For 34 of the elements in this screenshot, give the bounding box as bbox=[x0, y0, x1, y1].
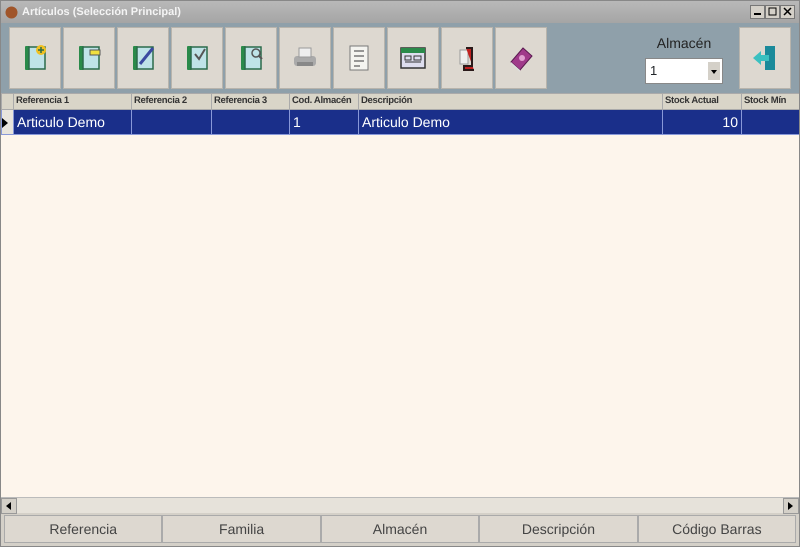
app-icon bbox=[5, 6, 18, 18]
toolbar-button[interactable] bbox=[441, 27, 493, 89]
window-title: Artículos (Selección Principal) bbox=[22, 4, 181, 20]
minimize-button[interactable] bbox=[750, 5, 765, 19]
maximize-icon bbox=[768, 6, 777, 16]
search-by-button[interactable]: Referencia bbox=[4, 515, 162, 543]
search-by-button[interactable]: Descripción bbox=[479, 515, 638, 543]
close-icon bbox=[783, 6, 792, 16]
column-header[interactable]: Referencia 3 bbox=[212, 94, 290, 110]
column-header[interactable]: Descripción bbox=[358, 94, 662, 110]
row-pointer-icon bbox=[2, 118, 8, 128]
column-header[interactable]: Stock Mín bbox=[742, 94, 799, 110]
table-cell: Articulo Demo bbox=[358, 110, 662, 134]
search-by-button[interactable]: Almacén bbox=[320, 515, 480, 543]
minimize-icon bbox=[754, 13, 761, 16]
scroll-right-button[interactable] bbox=[783, 498, 799, 514]
column-header[interactable]: Cod. Almacén bbox=[290, 94, 358, 110]
toolbar-button[interactable] bbox=[387, 27, 439, 89]
table-cell: 1 bbox=[290, 110, 358, 134]
column-header[interactable]: Referencia 2 bbox=[132, 94, 212, 110]
table-cell: 10 bbox=[662, 110, 742, 134]
right-arrow-icon bbox=[788, 502, 794, 510]
maximize-button[interactable] bbox=[765, 5, 780, 19]
warehouse-label: Almacén bbox=[656, 34, 712, 52]
column-header[interactable]: Stock Actual bbox=[662, 94, 742, 110]
search-by-button[interactable]: Familia bbox=[162, 515, 321, 543]
column-header[interactable]: Referencia 1 bbox=[14, 94, 132, 110]
exit-button[interactable] bbox=[739, 27, 791, 89]
table-cell: Articulo Demo bbox=[14, 110, 132, 134]
close-button[interactable] bbox=[780, 5, 795, 19]
scroll-left-button[interactable] bbox=[1, 498, 17, 514]
warehouse-select[interactable]: 1 bbox=[645, 58, 723, 84]
left-arrow-icon bbox=[6, 502, 12, 510]
search-by-button[interactable]: Código Barras bbox=[638, 515, 796, 543]
